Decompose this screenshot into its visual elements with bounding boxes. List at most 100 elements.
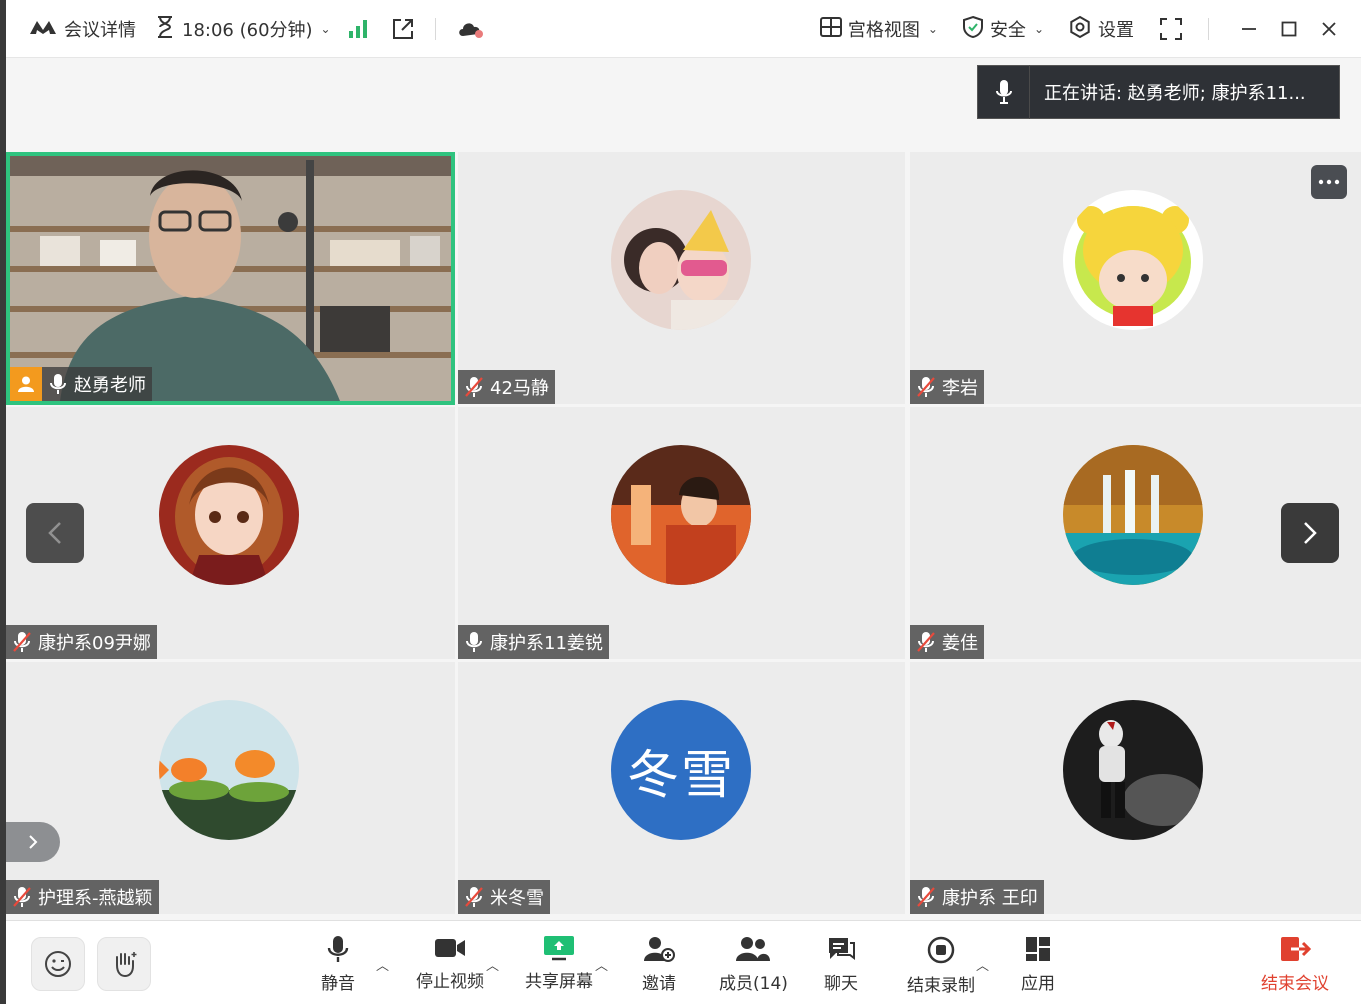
recording-options-caret[interactable]: ︿ bbox=[976, 955, 989, 974]
video-options-caret[interactable]: ︿ bbox=[486, 955, 499, 974]
participant-tile[interactable]: 护理系-燕越颖 bbox=[6, 662, 455, 914]
next-page-button[interactable] bbox=[1281, 503, 1339, 563]
microphone-muted-icon bbox=[462, 375, 486, 399]
users-icon bbox=[736, 937, 771, 961]
chevron-right-icon bbox=[1304, 522, 1317, 544]
apps-grid-icon bbox=[1026, 937, 1050, 961]
participant-tile[interactable]: 姜佳 bbox=[910, 407, 1361, 659]
stop-video-button[interactable]: 停止视频 bbox=[416, 935, 484, 992]
participant-name-tag: 康护系 王印 bbox=[910, 880, 1044, 914]
chevron-down-icon: ⌄ bbox=[320, 22, 331, 36]
participant-name-tag: 康护系11姜锐 bbox=[458, 625, 609, 659]
chat-label: 聊天 bbox=[824, 974, 858, 994]
raise-hand-button[interactable] bbox=[97, 937, 151, 991]
participant-name-tag: 赵勇老师 bbox=[10, 367, 152, 401]
security-button[interactable]: 安全 ⌄ bbox=[962, 0, 1044, 58]
avatar: 冬雪 bbox=[611, 700, 751, 840]
end-recording-label: 结束录制 bbox=[907, 976, 975, 996]
meeting-details-button[interactable]: 会议详情 bbox=[28, 0, 136, 58]
chevron-down-icon: ⌄ bbox=[1033, 22, 1044, 36]
maximize-icon[interactable] bbox=[1269, 0, 1309, 58]
participant-name-tag: 李岩 bbox=[910, 370, 984, 404]
speaking-indicator: 正在讲话: 赵勇老师; 康护系11... bbox=[977, 65, 1340, 119]
microphone-muted-icon bbox=[914, 885, 938, 909]
mute-options-caret[interactable]: ︿ bbox=[376, 955, 389, 974]
signal-strength-icon[interactable] bbox=[347, 0, 369, 58]
share-screen-icon bbox=[544, 936, 574, 961]
share-link-icon[interactable] bbox=[391, 0, 415, 58]
participant-name-tag: 米冬雪 bbox=[458, 880, 550, 914]
microphone-muted-icon bbox=[914, 630, 938, 654]
microphone-muted-icon bbox=[914, 375, 938, 399]
mute-button[interactable]: 静音 bbox=[321, 935, 355, 994]
more-options-button[interactable] bbox=[1311, 165, 1347, 199]
microphone-icon bbox=[327, 936, 349, 962]
top-bar: 会议详情 18:06 (60分钟) ⌄ 宫格视图 ⌄ 安全 ⌄ 设置 bbox=[6, 0, 1361, 58]
participant-tile-video[interactable]: 赵勇老师 bbox=[6, 152, 455, 405]
participant-tile[interactable]: 康护系 王印 bbox=[910, 662, 1361, 914]
participant-tile[interactable]: 康护系09尹娜 bbox=[6, 407, 455, 659]
microphone-icon bbox=[46, 372, 70, 396]
settings-label: 设置 bbox=[1098, 20, 1134, 41]
gear-icon bbox=[1068, 15, 1092, 44]
chevron-right-icon bbox=[29, 835, 38, 849]
smiley-icon bbox=[45, 951, 71, 977]
prev-page-button[interactable] bbox=[26, 503, 84, 563]
minimize-icon[interactable] bbox=[1229, 0, 1269, 58]
end-meeting-button[interactable]: 结束会议 bbox=[1261, 935, 1329, 994]
avatar bbox=[159, 445, 299, 585]
participant-tile[interactable]: 冬雪 米冬雪 bbox=[458, 662, 905, 914]
participant-name: 康护系 王印 bbox=[942, 888, 1038, 909]
security-label: 安全 bbox=[989, 20, 1026, 41]
close-icon[interactable] bbox=[1309, 0, 1349, 58]
microphone-muted-icon bbox=[462, 885, 486, 909]
members-button[interactable]: 成员(14) bbox=[719, 935, 788, 994]
cloud-recording-icon[interactable] bbox=[456, 0, 486, 58]
participant-name: 康护系11姜锐 bbox=[490, 633, 603, 654]
participant-tile[interactable]: 李岩 bbox=[910, 152, 1361, 404]
avatar bbox=[1063, 445, 1203, 585]
participant-tile[interactable]: 42马静 bbox=[458, 152, 905, 404]
participant-name-tag: 姜佳 bbox=[910, 625, 984, 659]
meeting-details-label: 会议详情 bbox=[64, 20, 136, 41]
participant-name: 42马静 bbox=[490, 378, 549, 399]
add-user-icon bbox=[644, 937, 675, 962]
microphone-icon bbox=[462, 630, 486, 654]
avatar bbox=[159, 700, 299, 840]
divider bbox=[434, 18, 436, 40]
participant-name-tag: 康护系09尹娜 bbox=[6, 625, 157, 659]
participant-name: 米冬雪 bbox=[490, 888, 544, 909]
participant-name: 李岩 bbox=[942, 378, 978, 399]
invite-button[interactable]: 邀请 bbox=[642, 935, 676, 994]
participant-name-tag: 护理系-燕越颖 bbox=[6, 880, 159, 914]
shield-icon bbox=[962, 15, 984, 44]
apps-button[interactable]: 应用 bbox=[1021, 935, 1055, 994]
chevron-down-icon: ⌄ bbox=[927, 22, 938, 36]
video-camera-icon bbox=[435, 939, 465, 957]
chat-button[interactable]: 聊天 bbox=[824, 935, 858, 994]
share-options-caret[interactable]: ︿ bbox=[595, 955, 608, 974]
bottom-toolbar: 静音 ︿ 停止视频 ︿ 共享屏幕 ︿ 邀请 成员(14) 聊天 结束录制 ︿ 应… bbox=[6, 920, 1361, 1004]
participant-tile[interactable]: 康护系11姜锐 bbox=[458, 407, 905, 659]
microphone-icon bbox=[978, 65, 1030, 119]
meeting-window: 会议详情 18:06 (60分钟) ⌄ 宫格视图 ⌄ 安全 ⌄ 设置 正在讲话:… bbox=[6, 0, 1361, 1004]
meeting-time-button[interactable]: 18:06 (60分钟) ⌄ bbox=[154, 0, 331, 58]
invite-label: 邀请 bbox=[642, 974, 676, 994]
record-stop-icon bbox=[927, 936, 955, 964]
share-screen-label: 共享屏幕 bbox=[525, 972, 593, 992]
settings-button[interactable]: 设置 bbox=[1068, 0, 1134, 58]
members-label: 成员(14) bbox=[719, 974, 788, 994]
participant-name: 姜佳 bbox=[942, 633, 978, 654]
emoji-button[interactable] bbox=[31, 937, 85, 991]
share-screen-button[interactable]: 共享屏幕 bbox=[525, 935, 593, 992]
expand-sidebar-button[interactable] bbox=[6, 822, 60, 862]
more-dots-icon bbox=[1318, 179, 1340, 185]
fullscreen-icon[interactable] bbox=[1160, 0, 1182, 58]
avatar bbox=[611, 190, 751, 330]
end-recording-button[interactable]: 结束录制 bbox=[907, 935, 975, 996]
view-mode-button[interactable]: 宫格视图 ⌄ bbox=[819, 0, 938, 58]
end-meeting-label: 结束会议 bbox=[1261, 974, 1329, 994]
participant-grid: 赵勇老师 42马静 李岩 康护系09尹娜 康护系11姜锐 姜佳 护理系-燕越颖 … bbox=[6, 152, 1361, 916]
avatar bbox=[611, 445, 751, 585]
participant-name: 护理系-燕越颖 bbox=[38, 888, 153, 909]
